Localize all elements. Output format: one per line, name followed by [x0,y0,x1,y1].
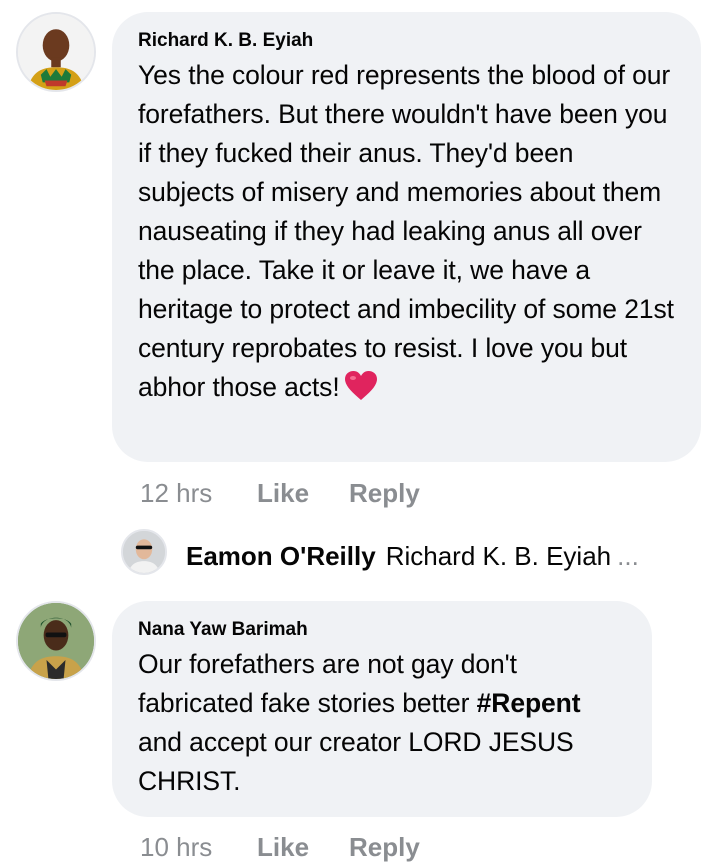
comment-body: Yes the colour red represents the blood … [138,60,674,402]
reply-preview[interactable]: Eamon O'Reilly Richard K. B. Eyiah... [186,540,639,572]
comment-text: Our forefathers are not gay don't fabric… [138,645,628,801]
comment-time: 10 hrs [140,832,213,862]
reply-preview-text: Richard K. B. Eyiah [385,541,612,571]
reply-author[interactable]: Eamon O'Reilly [186,541,376,571]
avatar-richard[interactable] [16,12,96,92]
comment-author[interactable]: Nana Yaw Barimah [138,619,628,641]
comment-time: 12 hrs [140,478,213,508]
comment-actions: 12 hrs Like Reply [0,478,720,510]
comment-body-continued: and accept our creator LORD JESUS CHRIST… [138,727,574,796]
reply-button[interactable]: Reply [349,832,420,862]
comment-text: Yes the colour red represents the blood … [138,56,677,407]
person-icon [18,14,94,90]
comment-body: Our forefathers are not gay don't fabric… [138,649,517,718]
comment-bubble: Nana Yaw Barimah Our forefathers are not… [112,601,652,817]
comment-author[interactable]: Richard K. B. Eyiah [138,30,677,52]
heart-emoji-icon [344,371,377,400]
comment-bubble: Richard K. B. Eyiah Yes the colour red r… [112,12,701,462]
like-button[interactable]: Like [257,478,309,508]
person-icon [18,603,94,679]
avatar-eamon[interactable] [121,529,167,575]
hashtag-link[interactable]: #Repent [477,688,581,718]
comment-actions: 10 hrs Like Reply [0,832,720,862]
like-button[interactable]: Like [257,832,309,862]
reply-button[interactable]: Reply [349,478,420,508]
reply-ellipsis: ... [617,541,639,571]
avatar-nana[interactable] [16,601,96,681]
person-icon [123,531,165,573]
